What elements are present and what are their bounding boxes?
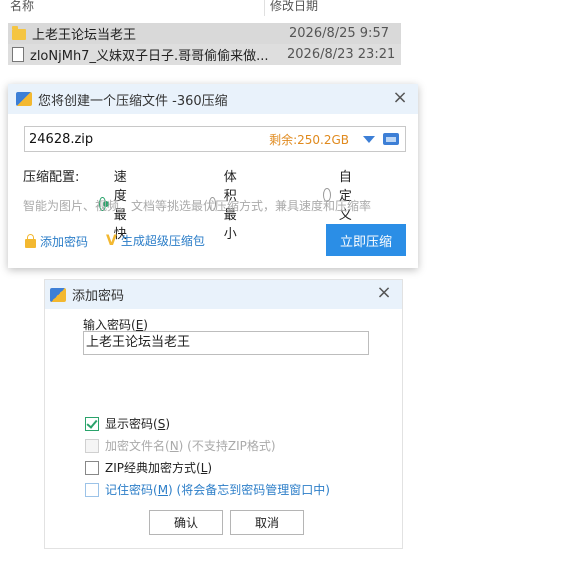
super-pack-link[interactable]: V 生成超级压缩包 xyxy=(106,232,205,249)
remember-password-option[interactable]: 记住密码(M) (将会备忘到密码管理窗口中) xyxy=(85,481,330,498)
super-pack-label: 生成超级压缩包 xyxy=(120,234,205,248)
compress-config-row: 压缩配置: 速度最快 体积最小 自定义 xyxy=(23,166,352,243)
encrypt-filenames-option: 加密文件名(N) (不支持ZIP格式) xyxy=(85,437,276,454)
lock-icon xyxy=(25,234,36,248)
file-row-file[interactable]: zloNjMh7_义妹双子日子.哥哥偷偷来做... 2026/8/23 23:2… xyxy=(8,44,401,65)
file-name: 上老王论坛当老王 xyxy=(32,28,137,43)
show-password-option[interactable]: 显示密码(S) xyxy=(85,415,170,432)
file-icon xyxy=(12,47,24,62)
360zip-app-icon xyxy=(50,287,66,302)
compress-dialog: 您将创建一个压缩文件 -360压缩 × 24628.zip 剩余:250.2GB… xyxy=(8,84,418,268)
zip-classic-label: ZIP经典加密方式(L) xyxy=(105,461,213,475)
browse-folder-icon[interactable] xyxy=(383,133,399,145)
option-custom[interactable]: 自定义 xyxy=(323,166,358,223)
column-header-name[interactable]: 名称 xyxy=(10,0,34,16)
add-password-dialog: 添加密码 × 输入密码(E) 上老王论坛当老王 显示密码(S) 加密文件名(N)… xyxy=(44,279,403,549)
archive-path-value[interactable]: 24628.zip xyxy=(29,132,269,147)
add-password-label: 添加密码 xyxy=(40,235,89,249)
file-date: 2026/8/23 23:21 xyxy=(287,47,396,62)
folder-icon xyxy=(12,26,26,40)
show-password-label: 显示密码(S) xyxy=(105,417,170,431)
archive-path-field[interactable]: 24628.zip 剩余:250.2GB xyxy=(24,126,406,152)
close-icon[interactable]: × xyxy=(392,89,408,107)
vip-v-icon: V xyxy=(106,232,117,249)
add-password-link[interactable]: 添加密码 xyxy=(25,233,88,250)
free-space-label: 剩余:250.2GB xyxy=(269,132,349,147)
360zip-app-icon xyxy=(16,92,32,106)
password-dialog-titlebar[interactable]: 添加密码 × xyxy=(45,280,402,309)
file-row-folder[interactable]: 上老王论坛当老王 2026/8/25 9:57 xyxy=(8,23,401,44)
zip-classic-checkbox[interactable] xyxy=(85,460,99,475)
cancel-button[interactable]: 取消 xyxy=(230,510,304,535)
confirm-button[interactable]: 确认 xyxy=(149,510,223,535)
compress-hint: 智能为图片、视频、文档等挑选最优压缩方式，兼具速度和压缩率 xyxy=(23,199,372,213)
remember-password-label: 记住密码(M) (将会备忘到密码管理窗口中) xyxy=(105,483,330,497)
close-icon[interactable]: × xyxy=(376,284,392,302)
zip-classic-option[interactable]: ZIP经典加密方式(L) xyxy=(85,459,212,476)
remember-password-checkbox[interactable] xyxy=(85,482,99,497)
file-explorer-list: 名称 修改日期 上老王论坛当老王 2026/8/25 9:57 zloNjMh7… xyxy=(0,0,563,70)
password-input[interactable]: 上老王论坛当老王 xyxy=(83,331,369,355)
compress-now-button[interactable]: 立即压缩 xyxy=(326,224,406,256)
config-label: 压缩配置: xyxy=(23,169,80,185)
column-header-date[interactable]: 修改日期 xyxy=(270,0,318,16)
compress-dialog-titlebar[interactable]: 您将创建一个压缩文件 -360压缩 × xyxy=(8,84,418,114)
password-dialog-title: 添加密码 xyxy=(72,289,125,304)
file-name: zloNjMh7_义妹双子日子.哥哥偷偷来做... xyxy=(30,49,269,64)
compress-dialog-title: 您将创建一个压缩文件 -360压缩 xyxy=(38,93,228,109)
file-date: 2026/8/25 9:57 xyxy=(289,26,389,41)
encrypt-filenames-checkbox xyxy=(85,438,99,453)
option-custom-label: 自定义 xyxy=(338,170,352,223)
column-divider[interactable] xyxy=(264,0,265,16)
show-password-checkbox[interactable] xyxy=(85,416,99,431)
encrypt-filenames-label: 加密文件名(N) (不支持ZIP格式) xyxy=(105,439,276,453)
chevron-down-icon[interactable] xyxy=(363,135,375,143)
